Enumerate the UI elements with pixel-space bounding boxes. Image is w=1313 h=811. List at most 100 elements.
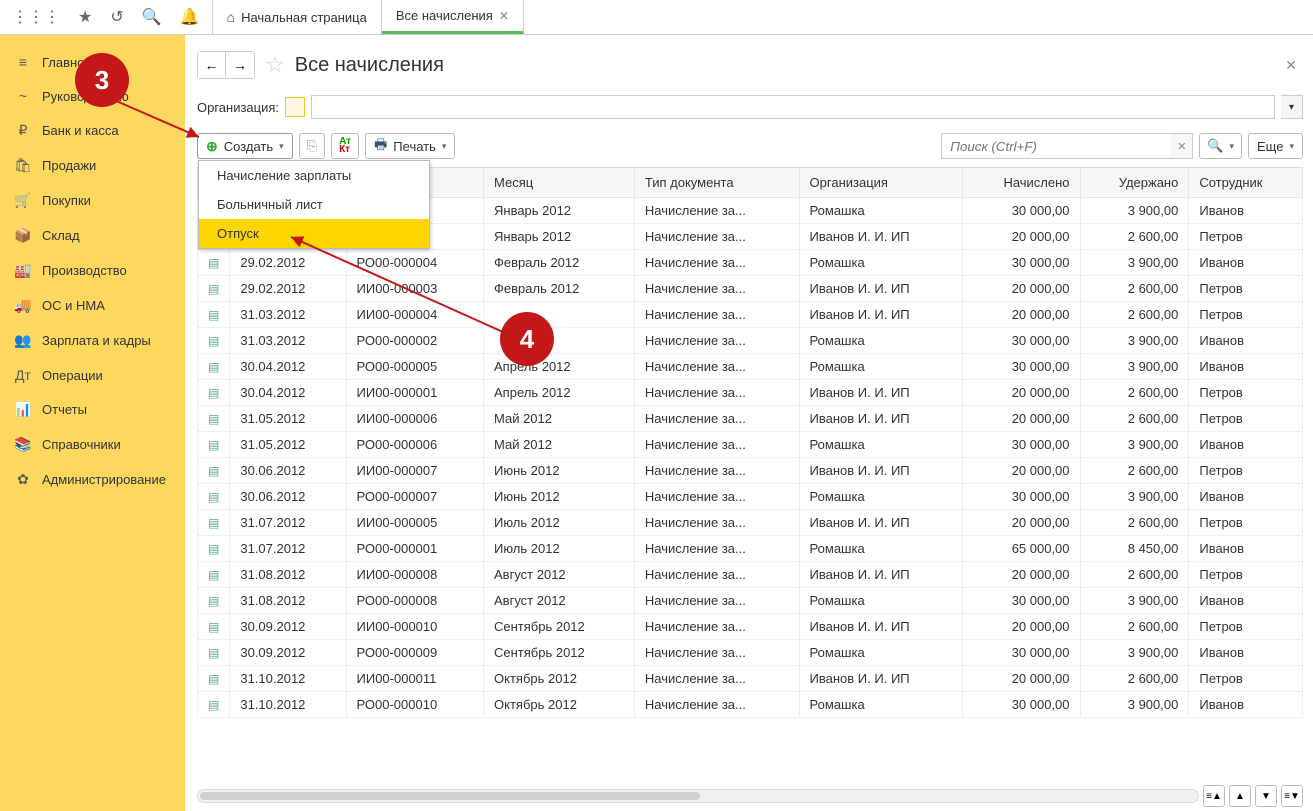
cell-date: 31.10.2012: [230, 666, 346, 692]
dtkt-button[interactable]: АтКт: [331, 133, 359, 159]
cell-emp: Иванов: [1189, 536, 1303, 562]
close-page-icon[interactable]: ✕: [1285, 57, 1303, 74]
table-row[interactable]: ▤31.10.2012РО00-000010Октябрь 2012Начисл…: [198, 692, 1303, 718]
bottom-bar: ≡▲ ▲ ▼ ≡▼: [197, 781, 1303, 811]
magnify-icon: 🔍: [1207, 138, 1223, 154]
table-row[interactable]: ▤30.09.2012ИИ00-000010Сентябрь 2012Начис…: [198, 614, 1303, 640]
org-check[interactable]: [285, 97, 305, 117]
cell-emp: Иванов: [1189, 328, 1303, 354]
scroll-down-button[interactable]: ▼: [1255, 785, 1277, 807]
search-button[interactable]: 🔍▾: [1199, 133, 1242, 159]
sidebar-item-12[interactable]: ✿Администрирование: [0, 462, 185, 497]
cell-date: 31.07.2012: [230, 510, 346, 536]
sidebar-item-5[interactable]: 📦Склад: [0, 218, 185, 253]
cell-ded: 2 600,00: [1080, 614, 1189, 640]
row-icon: ▤: [198, 562, 230, 588]
cell-org: Иванов И. И. ИП: [799, 458, 962, 484]
col-5[interactable]: Организация: [799, 168, 962, 198]
star-icon[interactable]: ★: [78, 7, 92, 27]
cell-emp: Петров: [1189, 276, 1303, 302]
favorite-icon[interactable]: ☆: [265, 52, 285, 78]
scroll-top-button[interactable]: ≡▲: [1203, 785, 1225, 807]
create-menu-item-1[interactable]: Больничный лист: [199, 190, 429, 219]
tab-home[interactable]: ⌂ Начальная страница: [213, 0, 382, 34]
history-icon[interactable]: ↺: [110, 7, 123, 27]
col-7[interactable]: Удержано: [1080, 168, 1189, 198]
col-4[interactable]: Тип документа: [634, 168, 799, 198]
document-icon: ▤: [208, 282, 219, 296]
table-row[interactable]: ▤31.08.2012РО00-000008Август 2012Начисле…: [198, 588, 1303, 614]
row-icon: ▤: [198, 328, 230, 354]
sidebar-item-3[interactable]: 🛍Продажи: [0, 148, 185, 183]
col-6[interactable]: Начислено: [962, 168, 1080, 198]
table-row[interactable]: ▤30.04.2012РО00-000005Апрель 2012Начисле…: [198, 354, 1303, 380]
table-row[interactable]: ▤31.03.2012ИИ00-000004Начисление за...Ив…: [198, 302, 1303, 328]
table-row[interactable]: ▤30.06.2012РО00-000007Июнь 2012Начислени…: [198, 484, 1303, 510]
search-icon[interactable]: 🔍: [142, 7, 162, 27]
org-dropdown-icon[interactable]: ▾: [1281, 95, 1303, 119]
sidebar-item-11[interactable]: 📚Справочники: [0, 427, 185, 462]
cell-num: ИИ00-000007: [346, 458, 483, 484]
table-row[interactable]: ▤31.03.2012РО00-000002Начисление за...Ро…: [198, 328, 1303, 354]
cell-acc: 20 000,00: [962, 224, 1080, 250]
tab-close-icon[interactable]: ✕: [499, 9, 509, 23]
sidebar: ≡Главное~Руководителю₽Банк и касса🛍Прода…: [0, 35, 185, 811]
scroll-up-button[interactable]: ▲: [1229, 785, 1251, 807]
cell-type: Начисление за...: [634, 536, 799, 562]
sidebar-icon: 📦: [14, 227, 32, 244]
tab-home-label: Начальная страница: [241, 10, 367, 25]
cell-acc: 20 000,00: [962, 510, 1080, 536]
table-row[interactable]: ▤31.10.2012ИИ00-000011Октябрь 2012Начисл…: [198, 666, 1303, 692]
cell-acc: 30 000,00: [962, 354, 1080, 380]
cell-emp: Петров: [1189, 224, 1303, 250]
back-button[interactable]: ←: [198, 52, 226, 78]
table-row[interactable]: ▤30.09.2012РО00-000009Сентябрь 2012Начис…: [198, 640, 1303, 666]
scroll-bottom-button[interactable]: ≡▼: [1281, 785, 1303, 807]
sidebar-icon: 👥: [14, 332, 32, 349]
table-row[interactable]: ▤30.06.2012ИИ00-000007Июнь 2012Начислени…: [198, 458, 1303, 484]
bell-icon[interactable]: 🔔: [180, 7, 200, 27]
sidebar-item-2[interactable]: ₽Банк и касса: [0, 113, 185, 148]
col-3[interactable]: Месяц: [484, 168, 635, 198]
horizontal-scrollbar[interactable]: [197, 789, 1199, 803]
cell-acc: 30 000,00: [962, 250, 1080, 276]
create-menu-item-2[interactable]: Отпуск: [199, 219, 429, 248]
create-menu-item-0[interactable]: Начисление зарплаты: [199, 161, 429, 190]
cell-org: Ромашка: [799, 198, 962, 224]
table-row[interactable]: ▤29.02.2012РО00-000004Февраль 2012Начисл…: [198, 250, 1303, 276]
print-button[interactable]: 🖶 Печать ▾: [365, 133, 455, 159]
sidebar-item-4[interactable]: 🛒Покупки: [0, 183, 185, 218]
org-input[interactable]: [311, 95, 1275, 119]
row-icon: ▤: [198, 510, 230, 536]
table-row[interactable]: ▤31.07.2012ИИ00-000005Июль 2012Начислени…: [198, 510, 1303, 536]
table-row[interactable]: ▤31.08.2012ИИ00-000008Август 2012Начисле…: [198, 562, 1303, 588]
sidebar-icon: 🚚: [14, 297, 32, 314]
more-button[interactable]: Еще▾: [1248, 133, 1303, 159]
cell-org: Ромашка: [799, 536, 962, 562]
tab-all-accruals[interactable]: Все начисления ✕: [382, 0, 524, 34]
table-row[interactable]: ▤29.02.2012ИИ00-000003Февраль 2012Начисл…: [198, 276, 1303, 302]
sidebar-item-8[interactable]: 👥Зарплата и кадры: [0, 323, 185, 358]
table-row[interactable]: ▤31.05.2012РО00-000006Май 2012Начисление…: [198, 432, 1303, 458]
sidebar-label: Покупки: [42, 193, 91, 208]
sidebar-item-9[interactable]: ДтОперации: [0, 358, 185, 392]
table-row[interactable]: ▤31.05.2012ИИ00-000006Май 2012Начисление…: [198, 406, 1303, 432]
search-input[interactable]: [941, 133, 1171, 159]
create-button[interactable]: ⊕ Создать ▾ Начисление зарплатыБольничны…: [197, 133, 293, 159]
cell-emp: Петров: [1189, 458, 1303, 484]
cell-num: ИИ00-000006: [346, 406, 483, 432]
apps-icon[interactable]: ⋮⋮⋮: [12, 7, 60, 27]
table-row[interactable]: ▤30.04.2012ИИ00-000001Апрель 2012Начисле…: [198, 380, 1303, 406]
cell-ded: 2 600,00: [1080, 276, 1189, 302]
org-row: Организация: ▾: [197, 89, 1303, 131]
document-icon: ▤: [208, 542, 219, 556]
sidebar-item-6[interactable]: 🏭Производство: [0, 253, 185, 288]
col-8[interactable]: Сотрудник: [1189, 168, 1303, 198]
sidebar-icon: ~: [14, 88, 32, 104]
sidebar-item-7[interactable]: 🚚ОС и НМА: [0, 288, 185, 323]
table-row[interactable]: ▤31.07.2012РО00-000001Июль 2012Начислени…: [198, 536, 1303, 562]
copy-button[interactable]: ⎘: [299, 133, 325, 159]
sidebar-item-10[interactable]: 📊Отчеты: [0, 392, 185, 427]
clear-search-icon[interactable]: ✕: [1171, 133, 1193, 159]
forward-button[interactable]: →: [226, 52, 254, 78]
